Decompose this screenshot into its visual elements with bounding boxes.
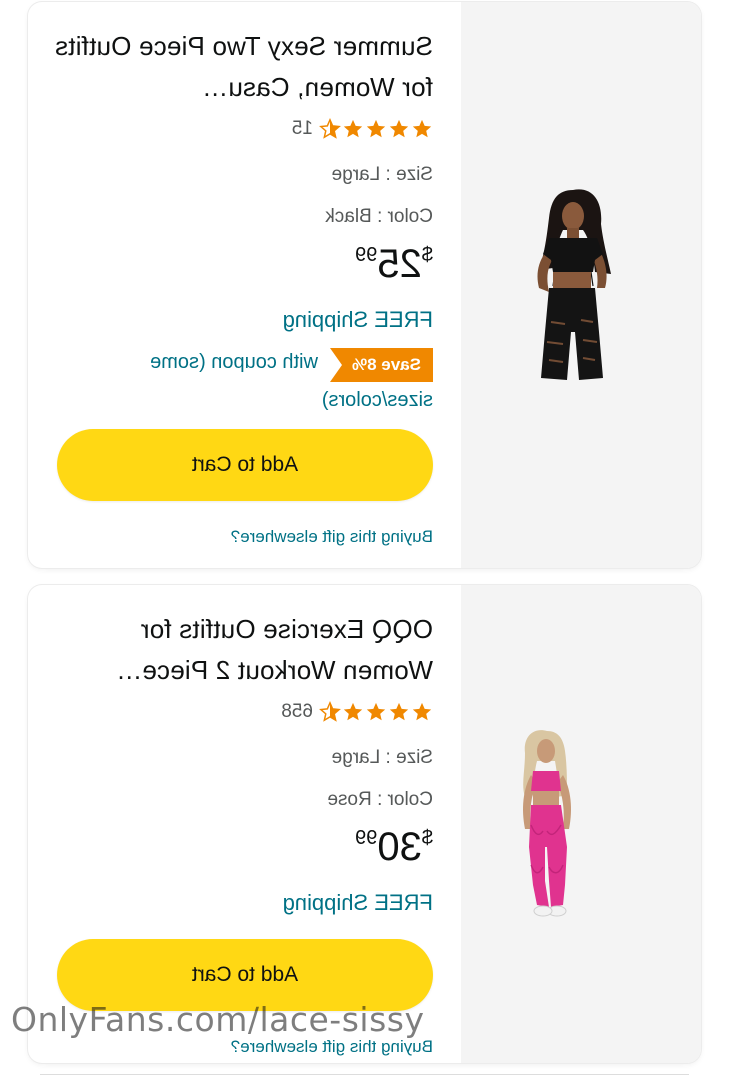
star-rating — [319, 701, 433, 723]
free-shipping-label: FREE Shipping — [282, 307, 433, 332]
price: $ 30 99 — [52, 825, 433, 875]
coupon-row[interactable]: Save 8% with coupon (some — [52, 348, 433, 383]
star-full-icon — [366, 119, 386, 138]
watermark-text: OnlyFans.com/lace-sissy — [11, 1000, 425, 1039]
price-currency: $ — [421, 244, 433, 266]
price-fraction: 99 — [355, 827, 378, 849]
size-label: Size : Large — [331, 747, 433, 768]
coupon-badge: Save 8% — [330, 348, 433, 382]
star-full-icon — [343, 119, 363, 138]
product-title[interactable]: OQQ Exercise Outfits for Women Workout 2… — [52, 609, 433, 691]
price-whole: 25 — [377, 242, 422, 286]
star-rating — [319, 118, 433, 140]
product-card: Summer Sexy Two Piece Outfits for Women,… — [28, 2, 701, 568]
color-label: Color : Black — [325, 206, 433, 227]
price-currency: $ — [421, 827, 433, 849]
pink-outfit-image[interactable] — [461, 585, 701, 1063]
rating-row[interactable]: 658 — [52, 697, 433, 727]
product-info: OQQ Exercise Outfits for Women Workout 2… — [28, 585, 461, 1063]
size-label: Size : Large — [331, 164, 433, 185]
black-outfit-image[interactable] — [461, 2, 701, 568]
rating-count[interactable]: 15 — [292, 118, 313, 140]
star-full-icon — [412, 119, 432, 138]
product-image-panel[interactable] — [461, 2, 701, 568]
star-full-icon — [389, 702, 409, 721]
product-card: OQQ Exercise Outfits for Women Workout 2… — [28, 585, 701, 1063]
price-fraction: 99 — [355, 244, 378, 266]
star-half-icon — [319, 701, 341, 722]
star-full-icon — [366, 702, 386, 721]
rating-count[interactable]: 658 — [281, 701, 313, 723]
product-info: Summer Sexy Two Piece Outfits for Women,… — [28, 2, 461, 568]
divider — [40, 1074, 689, 1075]
product-title[interactable]: Summer Sexy Two Piece Outfits for Women,… — [52, 26, 433, 108]
product-image-panel[interactable] — [461, 585, 701, 1063]
price: $ 25 99 — [52, 242, 433, 292]
price-whole: 30 — [377, 825, 422, 869]
star-full-icon — [412, 702, 432, 721]
color-label: Color : Rose — [327, 789, 433, 810]
star-half-icon — [319, 118, 341, 139]
star-full-icon — [389, 119, 409, 138]
star-full-icon — [343, 702, 363, 721]
mirrored-screen: Summer Sexy Two Piece Outfits for Women,… — [0, 0, 729, 1079]
coupon-text-continued: sizes/colors) — [321, 389, 433, 411]
rating-row[interactable]: 15 — [52, 114, 433, 144]
add-to-cart-button[interactable]: Add to Cart — [57, 429, 433, 501]
free-shipping-label: FREE Shipping — [282, 890, 433, 915]
coupon-text: with coupon (some — [150, 351, 318, 373]
buying-gift-elsewhere-link[interactable]: Buying this gift elsewhere? — [52, 525, 433, 549]
